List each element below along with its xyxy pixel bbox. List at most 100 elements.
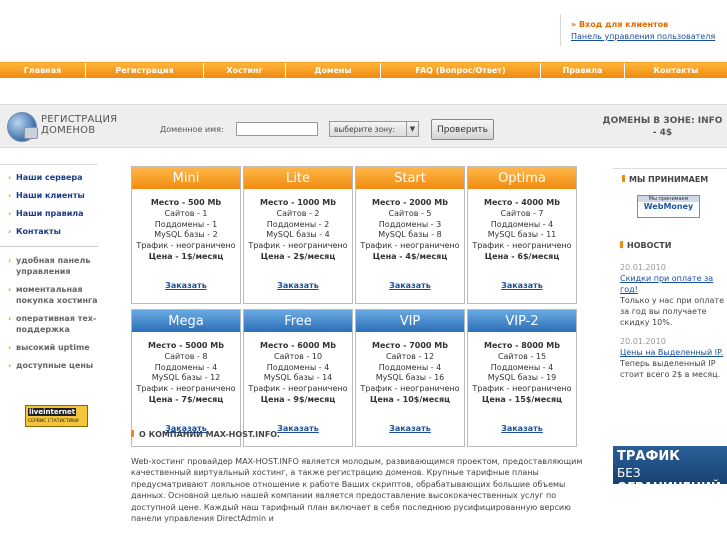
domain-name-label: Доменное имя: — [160, 125, 224, 134]
left-menu: Наши сервера Наши клиенты Наши правила К… — [0, 165, 98, 247]
left-sidebar: Наши сервера Наши клиенты Наши правила К… — [0, 164, 98, 378]
client-login-link[interactable]: Вход для клиентов — [571, 20, 727, 29]
menu-item-clients[interactable]: Наши клиенты — [0, 187, 98, 205]
feature-item: доступные цены — [0, 360, 98, 371]
payment-heading: МЫ ПРИНИМАЕМ — [622, 175, 727, 184]
plan-card-vip-2: VIP-2 Место - 8000 Mb Сайтов - 15 Поддом… — [467, 309, 577, 447]
plan-price: Цена - 9$/месяц — [260, 394, 336, 404]
plan-sites: Сайтов - 2 — [276, 208, 320, 218]
chevron-down-icon: ▼ — [406, 122, 418, 136]
plan-sites: Сайтов - 5 — [388, 208, 432, 218]
banner-line2a: БЕЗ — [617, 466, 641, 480]
plan-sites: Сайтов - 8 — [164, 351, 208, 361]
features-list: удобная панель управления моментальная п… — [0, 247, 98, 371]
plan-details: Место - 7000 Mb Сайтов - 12 Поддомены - … — [356, 341, 464, 406]
plan-details: Место - 2000 Mb Сайтов - 5 Поддомены - 3… — [356, 198, 464, 263]
nav-item-registration[interactable]: Регистрация — [86, 63, 204, 78]
plan-space: Место - 500 Mb — [150, 198, 222, 207]
unlimited-traffic-banner[interactable]: ТРАФИК БЕЗ ОГРАНИЧЕНИЙ — [613, 446, 727, 494]
news-text: Только у нас при оплате за год вы получа… — [620, 296, 725, 327]
order-button[interactable]: Заказать — [468, 424, 576, 433]
plan-card-lite: Lite Место - 1000 Mb Сайтов - 2 Поддомен… — [243, 166, 353, 304]
plan-sites: Сайтов - 12 — [385, 351, 435, 361]
plan-name: Lite — [244, 167, 352, 189]
plan-mysql: MySQL базы - 16 — [375, 373, 445, 383]
feature-item: высокий uptime — [0, 342, 98, 353]
plan-price: Цена - 6$/месяц — [484, 251, 560, 261]
order-button[interactable]: Заказать — [356, 281, 464, 290]
order-button[interactable]: Заказать — [356, 424, 464, 433]
nav-item-home[interactable]: Главная — [0, 63, 86, 78]
plan-mysql: MySQL базы - 8 — [378, 230, 442, 240]
feature-item: моментальная покупка хостинга — [0, 284, 98, 306]
control-panel-link[interactable]: Панель управления пользователя — [571, 32, 727, 41]
plan-traffic: Трафик - неограничено — [472, 241, 572, 251]
nav-item-rules[interactable]: Правила — [541, 63, 625, 78]
order-button[interactable]: Заказать — [244, 281, 352, 290]
plan-name: Start — [356, 167, 464, 189]
order-button[interactable]: Заказать — [132, 281, 240, 290]
plan-space: Место - 1000 Mb — [260, 198, 336, 207]
plan-card-mega: Mega Место - 5000 Mb Сайтов - 8 Поддомен… — [131, 309, 241, 447]
news-text: Теперь выделенный IP стоит всего 2$ в ме… — [620, 359, 721, 379]
news-list: 20.01.2010 Скидки при оплате за год! Тол… — [620, 262, 725, 380]
webmoney-badge[interactable]: Мы принимаем WebMoney — [637, 195, 700, 218]
payment-box: МЫ ПРИНИМАЕМ Мы принимаем WebMoney — [613, 168, 727, 226]
plan-name: Mega — [132, 310, 240, 332]
domain-registration-bar: РЕГИСТРАЦИЯ ДОМЕНОВ Доменное имя: выбери… — [0, 104, 727, 148]
plan-details: Место - 500 Mb Сайтов - 1 Поддомены - 1 … — [132, 198, 240, 263]
nav-item-hosting[interactable]: Хостинг — [204, 63, 286, 78]
plan-space: Место - 7000 Mb — [372, 341, 448, 350]
plan-subdomains: Поддомены - 4 — [490, 362, 554, 372]
plan-price: Цена - 7$/месяц — [148, 394, 224, 404]
plan-name: Mini — [132, 167, 240, 189]
plan-card-optima: Optima Место - 4000 Mb Сайтов - 7 Поддом… — [467, 166, 577, 304]
plan-details: Место - 4000 Mb Сайтов - 7 Поддомены - 4… — [468, 198, 576, 263]
plan-mysql: MySQL базы - 4 — [266, 230, 330, 240]
plan-space: Место - 5000 Mb — [148, 341, 224, 350]
plan-card-vip: VIP Место - 7000 Mb Сайтов - 12 Поддомен… — [355, 309, 465, 447]
counter-logo-text: liveinternet — [28, 408, 77, 416]
order-button[interactable]: Заказать — [468, 281, 576, 290]
domain-name-input[interactable] — [236, 122, 318, 136]
plan-card-mini: Mini Место - 500 Mb Сайтов - 1 Поддомены… — [131, 166, 241, 304]
plan-price: Цена - 1$/месяц — [148, 251, 224, 261]
plan-price: Цена - 4$/месяц — [372, 251, 448, 261]
plan-subdomains: Поддомены - 1 — [154, 219, 218, 229]
menu-item-rules[interactable]: Наши правила — [0, 205, 98, 223]
banner-line1: ТРАФИК — [617, 449, 680, 464]
banner-line2b: ОГРАНИЧЕНИЙ — [617, 480, 722, 494]
plan-price: Цена - 10$/месяц — [369, 394, 451, 404]
menu-item-contacts[interactable]: Контакты — [0, 223, 98, 241]
menu-item-servers[interactable]: Наши сервера — [0, 169, 98, 187]
news-title-link[interactable]: Скидки при оплате за год! — [620, 273, 725, 295]
nav-item-domains[interactable]: Домены — [286, 63, 381, 78]
news-heading: НОВОСТИ — [620, 241, 671, 250]
globe-icon — [7, 112, 38, 142]
feature-item: оперативная тех-поддержка — [0, 313, 98, 335]
nav-item-faq[interactable]: FAQ (Вопрос/Ответ) — [381, 63, 541, 78]
check-domain-button[interactable]: Проверить — [431, 119, 494, 140]
plan-space: Место - 6000 Mb — [260, 341, 336, 350]
news-date: 20.01.2010 — [620, 337, 666, 346]
feature-item: удобная панель управления — [0, 255, 98, 277]
plan-price: Цена - 2$/месяц — [260, 251, 336, 261]
plan-name: Optima — [468, 167, 576, 189]
nav-item-contacts[interactable]: Контакты — [625, 63, 727, 78]
plan-subdomains: Поддомены - 2 — [266, 219, 330, 229]
news-title-link[interactable]: Цены на Выделенный IP. — [620, 347, 725, 358]
plan-mysql: MySQL базы - 11 — [487, 230, 557, 240]
domain-zone-value: выберите зону: — [334, 124, 396, 134]
plan-details: Место - 1000 Mb Сайтов - 2 Поддомены - 2… — [244, 198, 352, 263]
webmoney-logo-text: WebMoney — [643, 202, 694, 211]
plan-space: Место - 2000 Mb — [372, 198, 448, 207]
domain-zone-select[interactable]: выберите зону: ▼ — [329, 121, 419, 137]
domain-title-line2: ДОМЕНОВ — [41, 125, 96, 136]
about-text: Web-хостинг провайдер MAX-HOST.INFO явля… — [131, 457, 583, 524]
plan-subdomains: Поддомены - 4 — [266, 362, 330, 372]
plan-subdomains: Поддомены - 4 — [154, 362, 218, 372]
plan-price: Цена - 15$/месяц — [481, 394, 563, 404]
plan-mysql: MySQL базы - 2 — [154, 230, 218, 240]
liveinternet-counter[interactable]: liveinternet СЕРВИС СТАТИСТИКИ — [25, 405, 88, 427]
plan-space: Место - 8000 Mb — [484, 341, 560, 350]
